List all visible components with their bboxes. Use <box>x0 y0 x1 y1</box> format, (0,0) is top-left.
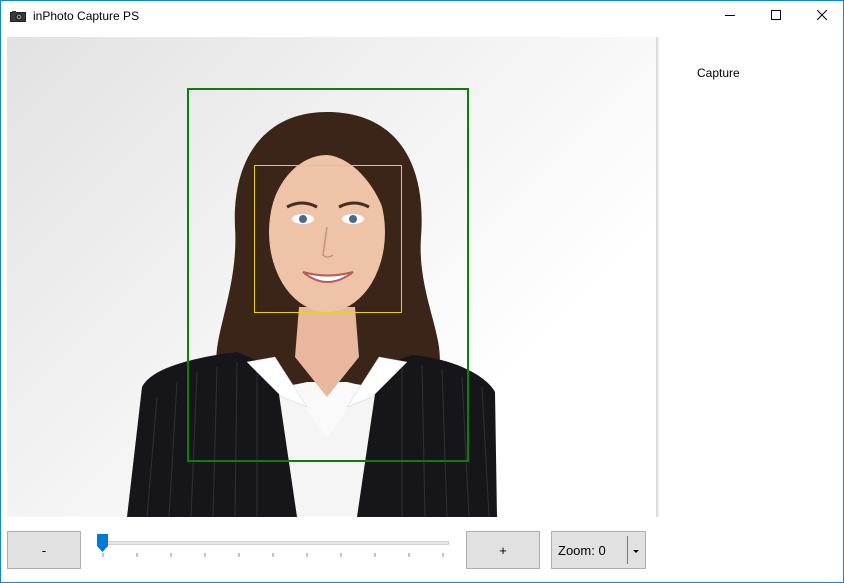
app-window: inPhoto Capture PS Capture - + Zoom: 0 <box>0 0 844 583</box>
close-button[interactable] <box>799 1 843 31</box>
maximize-icon <box>771 9 781 23</box>
zoom-in-button[interactable]: + <box>466 531 540 569</box>
slider-track <box>101 541 449 545</box>
window-title: inPhoto Capture PS <box>33 9 140 23</box>
preview-divider <box>656 37 660 517</box>
slider-ticks <box>102 553 444 557</box>
face-detection-box <box>254 165 402 313</box>
zoom-dropdown[interactable]: Zoom: 0 <box>551 531 646 569</box>
zoom-out-button[interactable]: - <box>7 531 81 569</box>
capture-link[interactable]: Capture <box>697 66 740 80</box>
close-icon <box>816 9 828 23</box>
zoom-value: Zoom: 0 <box>558 543 606 558</box>
camera-icon <box>10 11 26 22</box>
camera-preview[interactable] <box>7 37 656 517</box>
maximize-button[interactable] <box>753 1 799 31</box>
chevron-down-icon[interactable] <box>631 545 641 555</box>
zoom-slider[interactable] <box>96 531 452 561</box>
minimize-button[interactable] <box>707 1 753 31</box>
dropdown-separator <box>627 536 628 564</box>
slider-thumb[interactable] <box>97 534 108 552</box>
minimize-icon <box>725 9 735 23</box>
title-bar[interactable]: inPhoto Capture PS <box>1 1 843 31</box>
